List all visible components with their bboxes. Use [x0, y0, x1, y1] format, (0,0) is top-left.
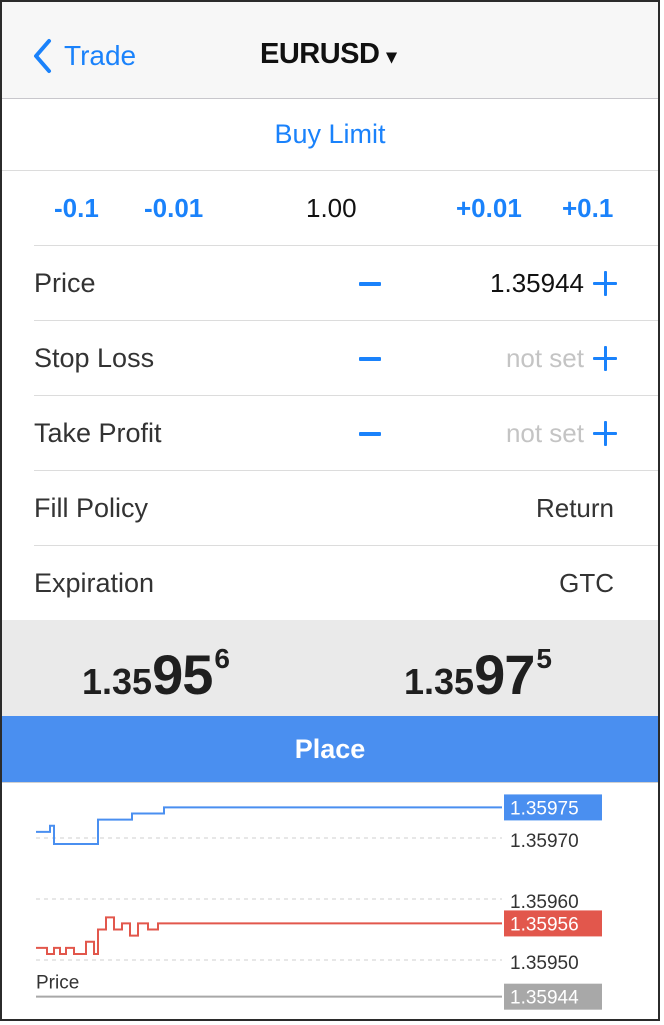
caret-down-icon: ▾: [386, 46, 397, 68]
symbol-selector[interactable]: EURUSD ▾: [260, 38, 396, 71]
price-value[interactable]: 1.35944: [490, 268, 584, 299]
volume-increase-small-button[interactable]: +0.01: [456, 193, 522, 224]
price-line-label: Price: [36, 973, 79, 994]
bid-quote: 1.35956: [82, 642, 230, 707]
tick-chart: 1.35970 1.35960 1.35950 Price 1.35975 1.35956…: [2, 782, 658, 1015]
expiration-row[interactable]: Expiration GTC: [34, 546, 658, 620]
bid-series-line: [36, 916, 502, 955]
order-type-selector[interactable]: Buy Limit: [2, 99, 658, 171]
ask-level-label: 1.35975: [510, 798, 579, 819]
symbol-name: EURUSD: [260, 38, 380, 70]
take-profit-row: Take Profit not set: [34, 396, 658, 471]
back-button[interactable]: Trade: [32, 36, 136, 76]
chevron-left-icon: [34, 39, 51, 73]
bid-level-label: 1.35956: [510, 914, 579, 935]
ask-quote-prefix: 1.35: [404, 661, 475, 702]
stop-loss-plus-button[interactable]: [593, 344, 617, 374]
take-profit-value[interactable]: not set: [506, 418, 584, 449]
place-button-label: Place: [294, 733, 366, 764]
take-profit-label: Take Profit: [34, 418, 162, 448]
stop-loss-row: Stop Loss not set: [34, 321, 658, 396]
chart-grid-label: 1.35960: [510, 892, 579, 913]
ask-quote: 1.35975: [404, 642, 552, 707]
app-window: Trade EURUSD ▾ Buy Limit -0.1 -0.01 1.00…: [0, 0, 660, 1021]
place-button[interactable]: Place: [2, 716, 658, 782]
expiration-value: GTC: [559, 568, 614, 598]
bid-quote-pipette: 6: [214, 643, 230, 674]
navigation-bar: Trade EURUSD ▾: [2, 2, 658, 99]
order-type-label: Buy Limit: [274, 119, 386, 149]
price-minus-button[interactable]: [359, 269, 381, 299]
expiration-label: Expiration: [34, 568, 155, 598]
price-level-label: 1.35944: [510, 988, 579, 1009]
price-label: Price: [34, 268, 96, 298]
fill-policy-value: Return: [535, 493, 614, 523]
volume-row: -0.1 -0.01 1.00 +0.01 +0.1: [34, 171, 658, 246]
take-profit-minus-button[interactable]: [359, 419, 381, 449]
stop-loss-minus-button[interactable]: [359, 344, 381, 374]
price-row: Price 1.35944: [34, 246, 658, 321]
chart-grid-label: 1.35970: [510, 831, 579, 852]
stop-loss-value[interactable]: not set: [506, 343, 584, 374]
chart-grid-label: 1.35950: [510, 953, 579, 974]
bid-quote-big-digits: 95: [152, 643, 213, 706]
volume-increase-large-button[interactable]: +0.1: [562, 193, 613, 224]
volume-decrease-small-button[interactable]: -0.01: [144, 193, 203, 224]
ask-quote-pipette: 5: [536, 643, 552, 674]
volume-value[interactable]: 1.00: [306, 193, 357, 224]
ask-series-line: [36, 806, 502, 846]
price-plus-button[interactable]: [593, 269, 617, 299]
ask-quote-big-digits: 97: [474, 643, 535, 706]
fill-policy-row[interactable]: Fill Policy Return: [34, 471, 658, 546]
back-button-label: Trade: [64, 40, 137, 71]
stop-loss-label: Stop Loss: [34, 343, 155, 373]
fill-policy-label: Fill Policy: [34, 493, 149, 523]
bid-quote-prefix: 1.35: [82, 661, 153, 702]
take-profit-plus-button[interactable]: [593, 419, 617, 449]
volume-decrease-large-button[interactable]: -0.1: [54, 193, 99, 224]
quotes-panel: 1.35956 1.35975: [2, 620, 658, 716]
tick-chart-svg: 1.35970 1.35960 1.35950 Price 1.35975 1.35956…: [36, 794, 602, 1010]
